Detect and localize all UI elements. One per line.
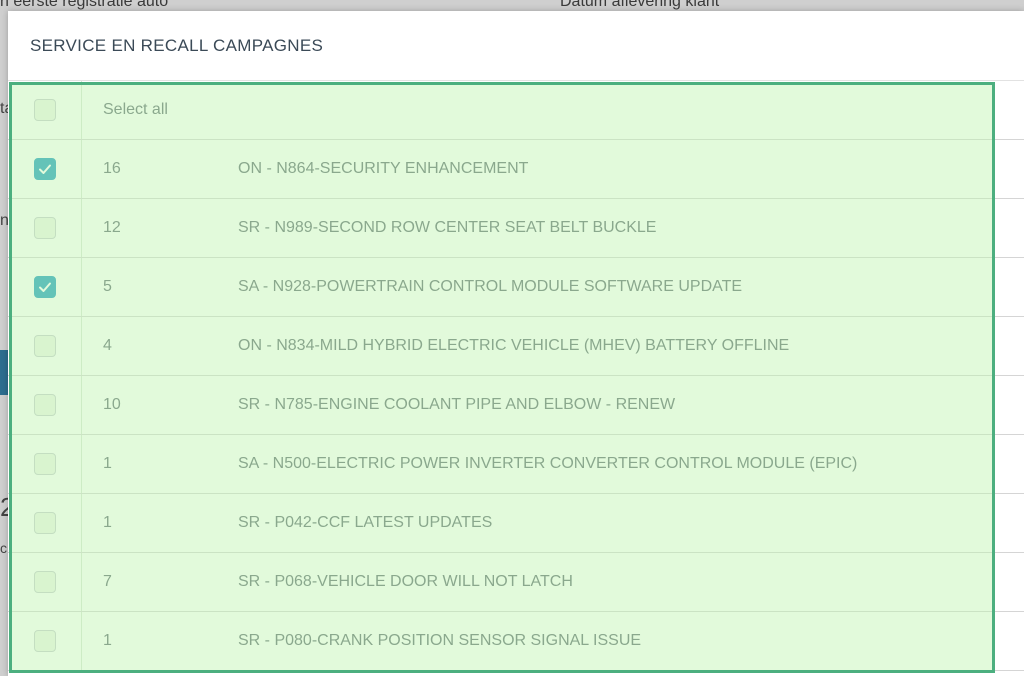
campaign-row[interactable]: 4 ON - N834-MILD HYBRID ELECTRIC VEHICLE … bbox=[8, 317, 1024, 376]
campaign-count: 10 bbox=[103, 396, 121, 413]
campaign-row[interactable]: 1 SA - N500-ELECTRIC POWER INVERTER CONVE… bbox=[8, 435, 1024, 494]
campaign-check-cell bbox=[8, 140, 82, 198]
campaign-count: 4 bbox=[103, 337, 112, 354]
campaign-name: SR - N989-SECOND ROW CENTER SEAT BELT BU… bbox=[238, 219, 657, 236]
campaign-checkbox[interactable] bbox=[33, 158, 56, 180]
background-fragment: c bbox=[0, 540, 7, 556]
campaign-rows: 16 ON - N864-SECURITY ENHANCEMENT 12 SR - N… bbox=[8, 140, 1024, 671]
modal-header: SERVICE EN RECALL CAMPAGNES bbox=[8, 11, 1024, 81]
select-all-label: Select all bbox=[103, 101, 168, 118]
campaign-row[interactable]: 1 SR - P080-CRANK POSITION SENSOR SIGNAL … bbox=[8, 612, 1024, 671]
checkmark-icon bbox=[38, 282, 51, 292]
background-chip bbox=[0, 350, 8, 395]
campaign-count: 1 bbox=[103, 632, 112, 649]
campaign-name: SR - N785-ENGINE COOLANT PIPE AND ELBOW … bbox=[238, 396, 676, 413]
campaign-checkbox[interactable] bbox=[33, 630, 56, 652]
campaign-checkbox[interactable] bbox=[33, 335, 56, 357]
campaign-name: SA - N500-ELECTRIC POWER INVERTER CONVER… bbox=[238, 455, 858, 472]
campaign-name: ON - N834-MILD HYBRID ELECTRIC VEHICLE (… bbox=[238, 337, 790, 354]
modal-title: SERVICE EN RECALL CAMPAGNES bbox=[30, 35, 324, 55]
campaign-check-cell bbox=[8, 317, 82, 375]
select-all-checkbox[interactable] bbox=[33, 99, 56, 121]
campaign-check-cell bbox=[8, 553, 82, 611]
campaign-count: 7 bbox=[103, 573, 112, 590]
campaign-row[interactable]: 10 SR - N785-ENGINE COOLANT PIPE AND ELBO… bbox=[8, 376, 1024, 435]
campaign-checkbox[interactable] bbox=[33, 217, 56, 239]
campaign-table: Select all 16 ON - N864-SECURITY ENHANCEM… bbox=[8, 81, 1024, 671]
campaign-name: SR - P080-CRANK POSITION SENSOR SIGNAL I… bbox=[238, 632, 642, 649]
campaign-row[interactable]: 16 ON - N864-SECURITY ENHANCEMENT bbox=[8, 140, 1024, 199]
select-all-cell bbox=[8, 81, 82, 139]
campaign-name: SR - P068-VEHICLE DOOR WILL NOT LATCH bbox=[238, 573, 573, 590]
background-label-registration: n eerste registratie auto bbox=[0, 0, 169, 10]
campaign-row[interactable]: 12 SR - N989-SECOND ROW CENTER SEAT BELT … bbox=[8, 199, 1024, 258]
campaign-row[interactable]: 1 SR - P042-CCF LATEST UPDATES bbox=[8, 494, 1024, 553]
select-all-row[interactable]: Select all bbox=[8, 81, 1024, 140]
campaign-row[interactable]: 7 SR - P068-VEHICLE DOOR WILL NOT LATCH bbox=[8, 553, 1024, 612]
campaign-row[interactable]: 5 SA - N928-POWERTRAIN CONTROL MODULE SOF… bbox=[8, 258, 1024, 317]
campaign-check-cell bbox=[8, 199, 82, 257]
campaign-modal: SERVICE EN RECALL CAMPAGNES Select all 1… bbox=[8, 11, 1024, 676]
campaign-check-cell bbox=[8, 258, 82, 316]
campaign-check-cell bbox=[8, 435, 82, 493]
background-label-delivery: Datum aflevering klant bbox=[560, 0, 720, 10]
campaign-count: 1 bbox=[103, 455, 112, 472]
campaign-count: 12 bbox=[103, 219, 121, 236]
campaign-name: SR - P042-CCF LATEST UPDATES bbox=[238, 514, 493, 531]
campaign-count: 5 bbox=[103, 278, 112, 295]
campaign-checkbox[interactable] bbox=[33, 453, 56, 475]
campaign-checkbox[interactable] bbox=[33, 571, 56, 593]
campaign-checkbox[interactable] bbox=[33, 394, 56, 416]
campaign-check-cell bbox=[8, 494, 82, 552]
campaign-count: 1 bbox=[103, 514, 112, 531]
campaign-count: 16 bbox=[103, 160, 121, 177]
checkmark-icon bbox=[38, 164, 51, 174]
campaign-check-cell bbox=[8, 612, 82, 670]
campaign-name: SA - N928-POWERTRAIN CONTROL MODULE SOFT… bbox=[238, 278, 743, 295]
campaign-name: ON - N864-SECURITY ENHANCEMENT bbox=[238, 160, 529, 177]
campaign-checkbox[interactable] bbox=[33, 276, 56, 298]
campaign-check-cell bbox=[8, 376, 82, 434]
campaign-checkbox[interactable] bbox=[33, 512, 56, 534]
